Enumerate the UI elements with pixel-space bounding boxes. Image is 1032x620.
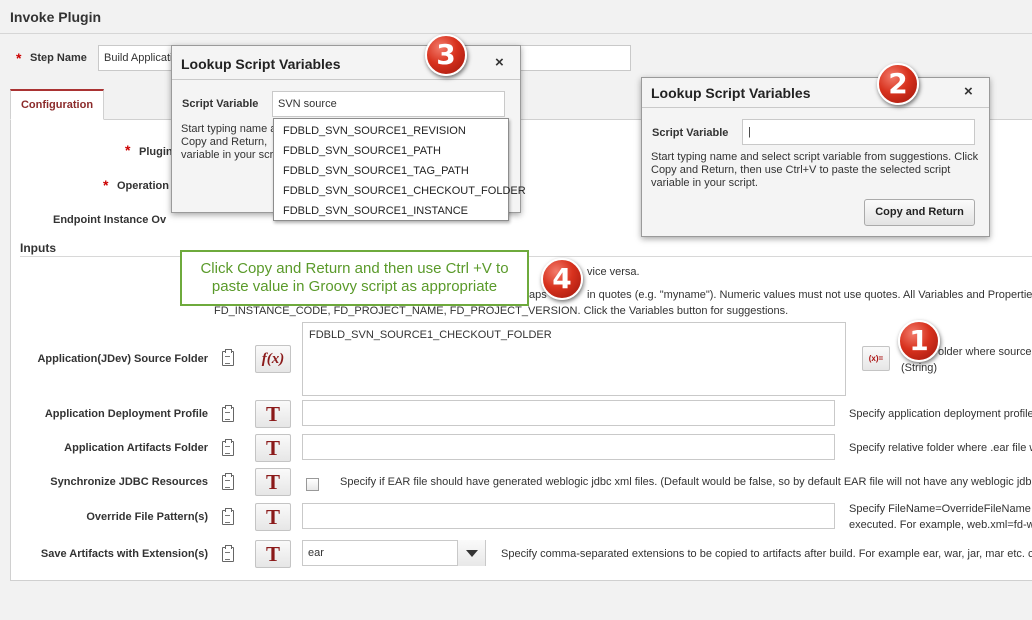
step-badge-4: 4	[541, 258, 583, 300]
text-type-button[interactable]: T	[255, 468, 291, 496]
suggestion-item[interactable]: FDBLD_SVN_SOURCE1_INSTANCE	[274, 201, 508, 221]
clipboard-icon[interactable]	[222, 405, 234, 422]
text-type-button[interactable]: T	[255, 400, 291, 428]
tab-configuration[interactable]: Configuration	[10, 89, 104, 120]
suggestion-list: FDBLD_SVN_SOURCE1_REVISION FDBLD_SVN_SOU…	[273, 118, 526, 221]
close-icon[interactable]: ×	[964, 83, 973, 100]
sync-jdbc-checkbox[interactable]	[306, 478, 319, 491]
override-pattern-label: Override File Pattern(s)	[86, 511, 208, 523]
suggestion-item[interactable]: FDBLD_SVN_SOURCE1_CHECKOUT_FOLDER	[274, 181, 526, 201]
dialog-divider	[172, 79, 520, 80]
deployment-profile-desc: Specify application deployment profile	[849, 408, 1032, 420]
dialog-help-line2: Copy and Return,	[181, 136, 268, 148]
clipboard-icon[interactable]	[222, 473, 234, 490]
artifacts-folder-input[interactable]	[302, 434, 835, 460]
dialog-title: Lookup Script Variables	[651, 85, 811, 101]
script-variable-label: Script Variable	[652, 127, 729, 139]
suggestion-item[interactable]: FDBLD_SVN_SOURCE1_PATH	[274, 141, 508, 161]
script-variable-input[interactable]: SVN source	[272, 91, 505, 117]
step-badge-2: 2	[877, 63, 919, 105]
sync-jdbc-label: Synchronize JDBC Resources	[50, 476, 208, 488]
sync-jdbc-desc: Specify if EAR file should have generate…	[340, 476, 1032, 488]
deployment-profile-label: Application Deployment Profile	[44, 408, 208, 420]
plugin-label: Plugin	[139, 146, 173, 158]
dialog-title: Lookup Script Variables	[181, 56, 341, 72]
source-folder-label: Application(JDev) Source Folder	[37, 353, 208, 365]
dialog-help-line1: Start typing name and select script vari…	[651, 151, 979, 163]
clipboard-icon[interactable]	[222, 508, 234, 525]
override-pattern-input[interactable]	[302, 503, 835, 529]
clipboard-icon[interactable]	[222, 545, 234, 562]
suggestion-item[interactable]: FDBLD_SVN_SOURCE1_REVISION	[274, 121, 508, 141]
copy-and-return-button[interactable]: Copy and Return	[864, 199, 975, 226]
suggestion-item[interactable]: FDBLD_SVN_SOURCE1_TAG_PATH	[274, 161, 508, 181]
deployment-profile-input[interactable]	[302, 400, 835, 426]
save-extensions-label: Save Artifacts with Extension(s)	[40, 548, 208, 560]
dialog-help-line1: Start typing name a	[181, 123, 277, 135]
dialog-divider	[642, 107, 989, 108]
info-text-line2b: in quotes (e.g. "myname"). Numeric value…	[587, 289, 1032, 301]
fx-button[interactable]: f(x)	[255, 345, 291, 373]
clipboard-icon[interactable]	[222, 349, 234, 366]
callout-line2: paste value in Groovy script as appropri…	[211, 278, 498, 295]
required-marker: *	[125, 142, 131, 158]
operation-label: Operation	[117, 180, 169, 192]
step-badge-3: 3	[425, 34, 467, 76]
clipboard-icon[interactable]	[222, 439, 234, 456]
script-variable-label: Script Variable	[182, 98, 259, 110]
override-pattern-desc-2: executed. For example, web.xml=fd-w	[849, 519, 1032, 531]
close-icon[interactable]: ×	[495, 54, 504, 71]
artifacts-folder-label: Application Artifacts Folder	[64, 442, 208, 454]
dialog-help-line2: Copy and Return, then use Ctrl+V to past…	[651, 164, 951, 176]
required-marker: *	[103, 177, 109, 193]
source-folder-textarea[interactable]: FDBLD_SVN_SOURCE1_CHECKOUT_FOLDER	[302, 322, 846, 396]
info-text-line3: FD_INSTANCE_CODE, FD_PROJECT_NAME, FD_PR…	[214, 305, 789, 317]
step-badge-1: 1	[898, 320, 940, 362]
chevron-down-icon[interactable]	[457, 540, 485, 566]
title-divider	[0, 33, 1032, 34]
callout-line1: Click Copy and Return and then use Ctrl …	[200, 260, 509, 277]
inputs-heading: Inputs	[20, 241, 56, 255]
dialog-help-line3: variable in your script.	[651, 177, 758, 189]
dialog-help-line3: variable in your scri	[181, 149, 276, 161]
artifacts-folder-desc: Specify relative folder where .ear file …	[849, 442, 1032, 454]
source-folder-desc: older where source	[938, 346, 1032, 358]
text-type-button[interactable]: T	[255, 503, 291, 531]
endpoint-instance-label: Endpoint Instance Ov	[53, 214, 167, 226]
text-type-button[interactable]: T	[255, 434, 291, 462]
instruction-callout: Click Copy and Return and then use Ctrl …	[180, 250, 529, 306]
save-extensions-desc: Specify comma-separated extensions to be…	[501, 548, 1032, 560]
script-variable-input[interactable]: |	[742, 119, 975, 145]
source-folder-type: (String)	[901, 362, 938, 374]
required-marker: *	[16, 50, 22, 66]
info-text-line1: vice versa.	[587, 266, 640, 278]
variables-button[interactable]: (x)=	[862, 346, 890, 371]
step-name-label: Step Name	[30, 52, 87, 64]
override-pattern-desc: Specify FileName=OverrideFileName p	[849, 503, 1032, 515]
page-title: Invoke Plugin	[10, 9, 102, 25]
text-type-button[interactable]: T	[255, 540, 291, 568]
